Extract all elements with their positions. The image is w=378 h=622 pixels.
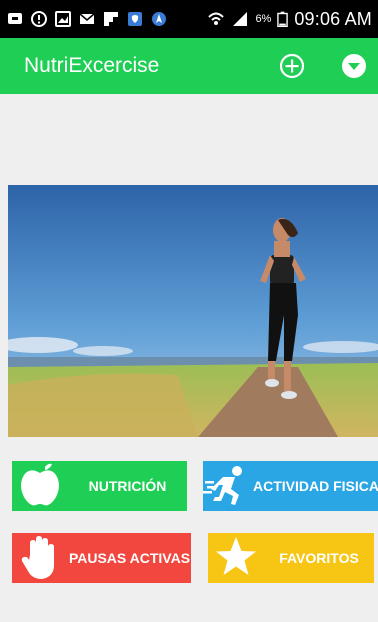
actividad-fisica-label: ACTIVIDAD FISICA: [253, 478, 378, 494]
nutricion-label: NUTRICIÓN: [88, 478, 167, 494]
dropdown-circle-icon[interactable]: [340, 52, 368, 80]
status-bar: 6% 09:06 AM: [0, 0, 378, 38]
message-icon: [8, 13, 22, 24]
hand-icon: [21, 536, 54, 579]
favoritos-label: FAVORITOS: [279, 550, 359, 566]
notification-icons: [6, 10, 168, 28]
pausas-activas-button[interactable]: PAUSAS ACTIVAS: [12, 533, 191, 583]
actividad-fisica-button[interactable]: ACTIVIDAD FISICA: [203, 461, 378, 511]
woman-running-on-path-icon: [8, 185, 378, 437]
alert-icon: [31, 11, 47, 27]
app-title: NutriExcercise: [24, 54, 160, 77]
apple-icon: [21, 463, 59, 506]
pausas-activas-label: PAUSAS ACTIVAS: [68, 550, 191, 566]
app-bar: NutriExcercise: [0, 38, 378, 94]
wifi-icon: [208, 12, 225, 25]
battery-percent: 6%: [255, 13, 272, 25]
add-circle-icon[interactable]: [278, 52, 306, 80]
nutricion-button[interactable]: NUTRICIÓN: [12, 461, 187, 511]
email-icon: [79, 13, 95, 24]
navigation-icon: [152, 12, 166, 26]
flipboard-icon: [104, 12, 118, 26]
signal-icon: [233, 12, 248, 26]
system-icons: 6% 09:06 AM: [207, 9, 372, 30]
favoritos-button[interactable]: FAVORITOS: [208, 533, 374, 583]
battery-icon: [277, 11, 289, 28]
star-icon: [216, 537, 256, 575]
image-icon: [55, 11, 71, 27]
running-person-icon: [203, 466, 242, 505]
hero-image: [8, 185, 378, 437]
clock: 09:06 AM: [294, 8, 372, 29]
store-icon: [128, 12, 142, 26]
app-bar-actions: [278, 52, 368, 80]
